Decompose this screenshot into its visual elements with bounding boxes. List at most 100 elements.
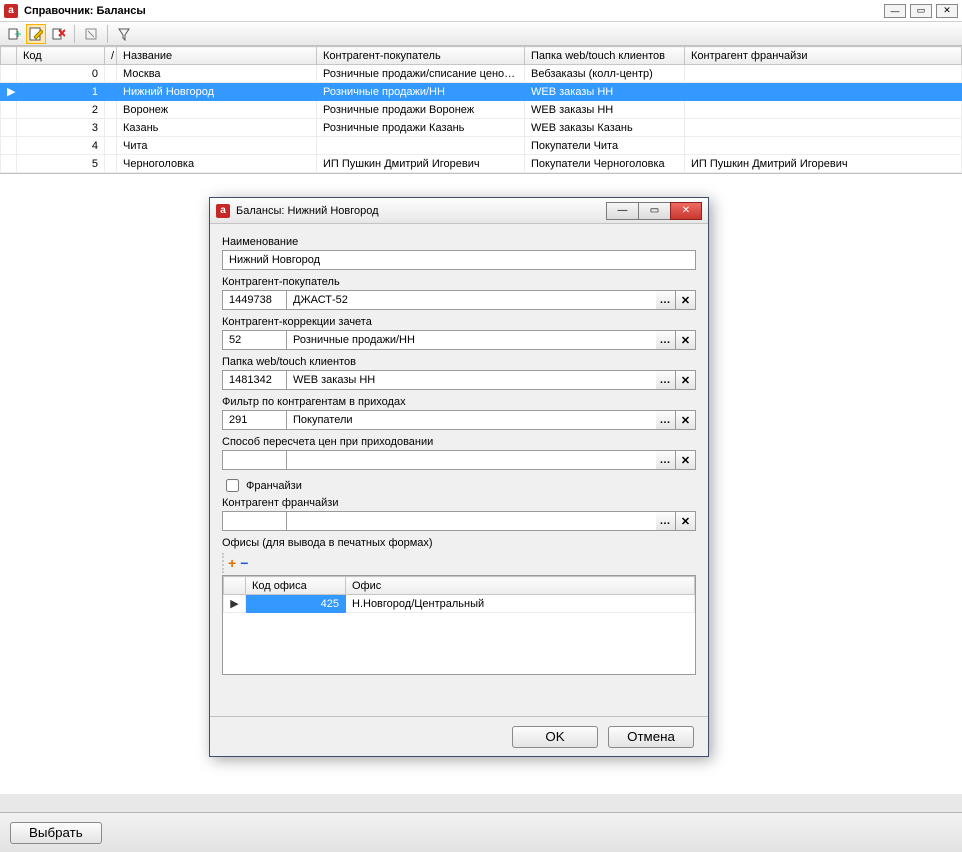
recalc-name-input[interactable] xyxy=(291,453,652,467)
offices-grid[interactable]: Код офиса Офис ▶425Н.Новгород/Центральны… xyxy=(222,575,696,675)
buyer-code-field[interactable] xyxy=(222,290,286,310)
table-row[interactable]: 2ВоронежРозничные продажи ВоронежWEB зак… xyxy=(1,101,962,119)
filter-code-input[interactable] xyxy=(227,413,282,427)
name-input[interactable] xyxy=(227,253,691,267)
cell-folder: Вебзаказы (колл-центр) xyxy=(525,65,685,83)
folder-clear-button[interactable]: ✕ xyxy=(676,370,696,390)
cell-sort xyxy=(105,155,117,173)
cell-buyer: Розничные продажи Казань xyxy=(317,119,525,137)
table-row[interactable]: 3КазаньРозничные продажи КазаньWEB заказ… xyxy=(1,119,962,137)
table-row[interactable]: 4ЧитаПокупатели Чита xyxy=(1,137,962,155)
folder-code-input[interactable] xyxy=(227,373,282,387)
filter-code-field[interactable] xyxy=(222,410,286,430)
franch-checkbox-row[interactable]: Франчайзи xyxy=(222,476,696,495)
cell-name: Москва xyxy=(117,65,317,83)
table-row[interactable]: ▶425Н.Новгород/Центральный xyxy=(224,595,695,613)
select-button[interactable]: Выбрать xyxy=(10,822,102,844)
ellipsis-icon: … xyxy=(660,334,672,346)
folder-lookup-button[interactable]: … xyxy=(656,370,676,390)
toolbar-refresh-icon[interactable] xyxy=(81,24,101,44)
cell-name: Черноголовка xyxy=(117,155,317,173)
buyer-name-input[interactable] xyxy=(291,293,652,307)
bottom-bar: Выбрать xyxy=(0,812,962,852)
cell-folder: Покупатели Чита xyxy=(525,137,685,155)
folder-name-field[interactable] xyxy=(286,370,656,390)
grid[interactable]: Код / Название Контрагент-покупатель Пап… xyxy=(0,46,962,174)
close-icon: ✕ xyxy=(681,454,690,467)
franch-clear-button[interactable]: ✕ xyxy=(676,511,696,531)
recalc-code-field[interactable] xyxy=(222,450,286,470)
row-marker xyxy=(1,137,17,155)
toolbar-new-icon[interactable] xyxy=(4,24,24,44)
cell-name: Чита xyxy=(117,137,317,155)
table-row[interactable]: 0МоскваРозничные продажи/списание ценово… xyxy=(1,65,962,83)
franch-lookup-button[interactable]: … xyxy=(656,511,676,531)
franch-code-field[interactable] xyxy=(222,511,286,531)
label-recalc: Способ пересчета цен при приходовании xyxy=(222,436,696,448)
name-field[interactable] xyxy=(222,250,696,270)
col-buyer[interactable]: Контрагент-покупатель xyxy=(317,47,525,65)
recalc-code-input[interactable] xyxy=(227,453,282,467)
offices-col-name[interactable]: Офис xyxy=(346,577,695,595)
toolbar-edit-icon[interactable] xyxy=(26,24,46,44)
dialog-maximize-button[interactable]: ▭ xyxy=(638,202,670,220)
franch-name-field[interactable] xyxy=(286,511,656,531)
ellipsis-icon: … xyxy=(660,374,672,386)
table-row[interactable]: 5ЧерноголовкаИП Пушкин Дмитрий ИгоревичП… xyxy=(1,155,962,173)
buyer-lookup-button[interactable]: … xyxy=(656,290,676,310)
label-filter: Фильтр по контрагентам в приходах xyxy=(222,396,696,408)
table-row[interactable]: ▶1Нижний НовгородРозничные продажи/ННWEB… xyxy=(1,83,962,101)
buyer-code-input[interactable] xyxy=(227,293,282,307)
franch-code-input[interactable] xyxy=(227,514,282,528)
col-name[interactable]: Название xyxy=(117,47,317,65)
label-corr: Контрагент-коррекции зачета xyxy=(222,316,696,328)
corr-code-field[interactable] xyxy=(222,330,286,350)
franch-checkbox[interactable] xyxy=(226,479,239,492)
col-marker[interactable] xyxy=(1,47,17,65)
recalc-lookup-button[interactable]: … xyxy=(656,450,676,470)
corr-code-input[interactable] xyxy=(227,333,282,347)
buyer-clear-button[interactable]: ✕ xyxy=(676,290,696,310)
ellipsis-icon: … xyxy=(660,515,672,527)
dialog-minimize-button[interactable]: — xyxy=(606,202,638,220)
cell-folder: WEB заказы НН xyxy=(525,101,685,119)
buyer-name-field[interactable] xyxy=(286,290,656,310)
cell-sort xyxy=(105,65,117,83)
cell-name: Воронеж xyxy=(117,101,317,119)
filter-name-field[interactable] xyxy=(286,410,656,430)
offices-col-marker[interactable] xyxy=(224,577,246,595)
office-add-button[interactable]: + xyxy=(228,555,236,571)
corr-name-field[interactable] xyxy=(286,330,656,350)
col-folder[interactable]: Папка web/touch клиентов xyxy=(525,47,685,65)
corr-clear-button[interactable]: ✕ xyxy=(676,330,696,350)
close-icon: ✕ xyxy=(681,414,690,427)
franch-name-input[interactable] xyxy=(291,514,652,528)
col-franch[interactable]: Контрагент франчайзи xyxy=(685,47,962,65)
office-remove-button[interactable]: − xyxy=(240,555,248,571)
close-button[interactable]: ✕ xyxy=(936,4,958,18)
recalc-name-field[interactable] xyxy=(286,450,656,470)
row-marker xyxy=(1,101,17,119)
ok-button[interactable]: OK xyxy=(512,726,598,748)
cancel-button[interactable]: Отмена xyxy=(608,726,694,748)
corr-name-input[interactable] xyxy=(291,333,652,347)
filter-name-input[interactable] xyxy=(291,413,652,427)
maximize-button[interactable]: ▭ xyxy=(910,4,932,18)
offices-col-code[interactable]: Код офиса xyxy=(246,577,346,595)
col-sort[interactable]: / xyxy=(105,47,117,65)
folder-name-input[interactable] xyxy=(291,373,652,387)
col-code[interactable]: Код xyxy=(17,47,105,65)
label-name: Наименование xyxy=(222,236,696,248)
filter-lookup-button[interactable]: … xyxy=(656,410,676,430)
toolbar-delete-icon[interactable] xyxy=(48,24,68,44)
toolbar-filter-icon[interactable] xyxy=(114,24,134,44)
minimize-button[interactable]: — xyxy=(884,4,906,18)
filter-clear-button[interactable]: ✕ xyxy=(676,410,696,430)
dialog-titlebar[interactable]: а Балансы: Нижний Новгород — ▭ ✕ xyxy=(210,198,708,224)
recalc-clear-button[interactable]: ✕ xyxy=(676,450,696,470)
folder-code-field[interactable] xyxy=(222,370,286,390)
cell-franch xyxy=(685,119,962,137)
dialog-close-button[interactable]: ✕ xyxy=(670,202,702,220)
ellipsis-icon: … xyxy=(660,294,672,306)
corr-lookup-button[interactable]: … xyxy=(656,330,676,350)
